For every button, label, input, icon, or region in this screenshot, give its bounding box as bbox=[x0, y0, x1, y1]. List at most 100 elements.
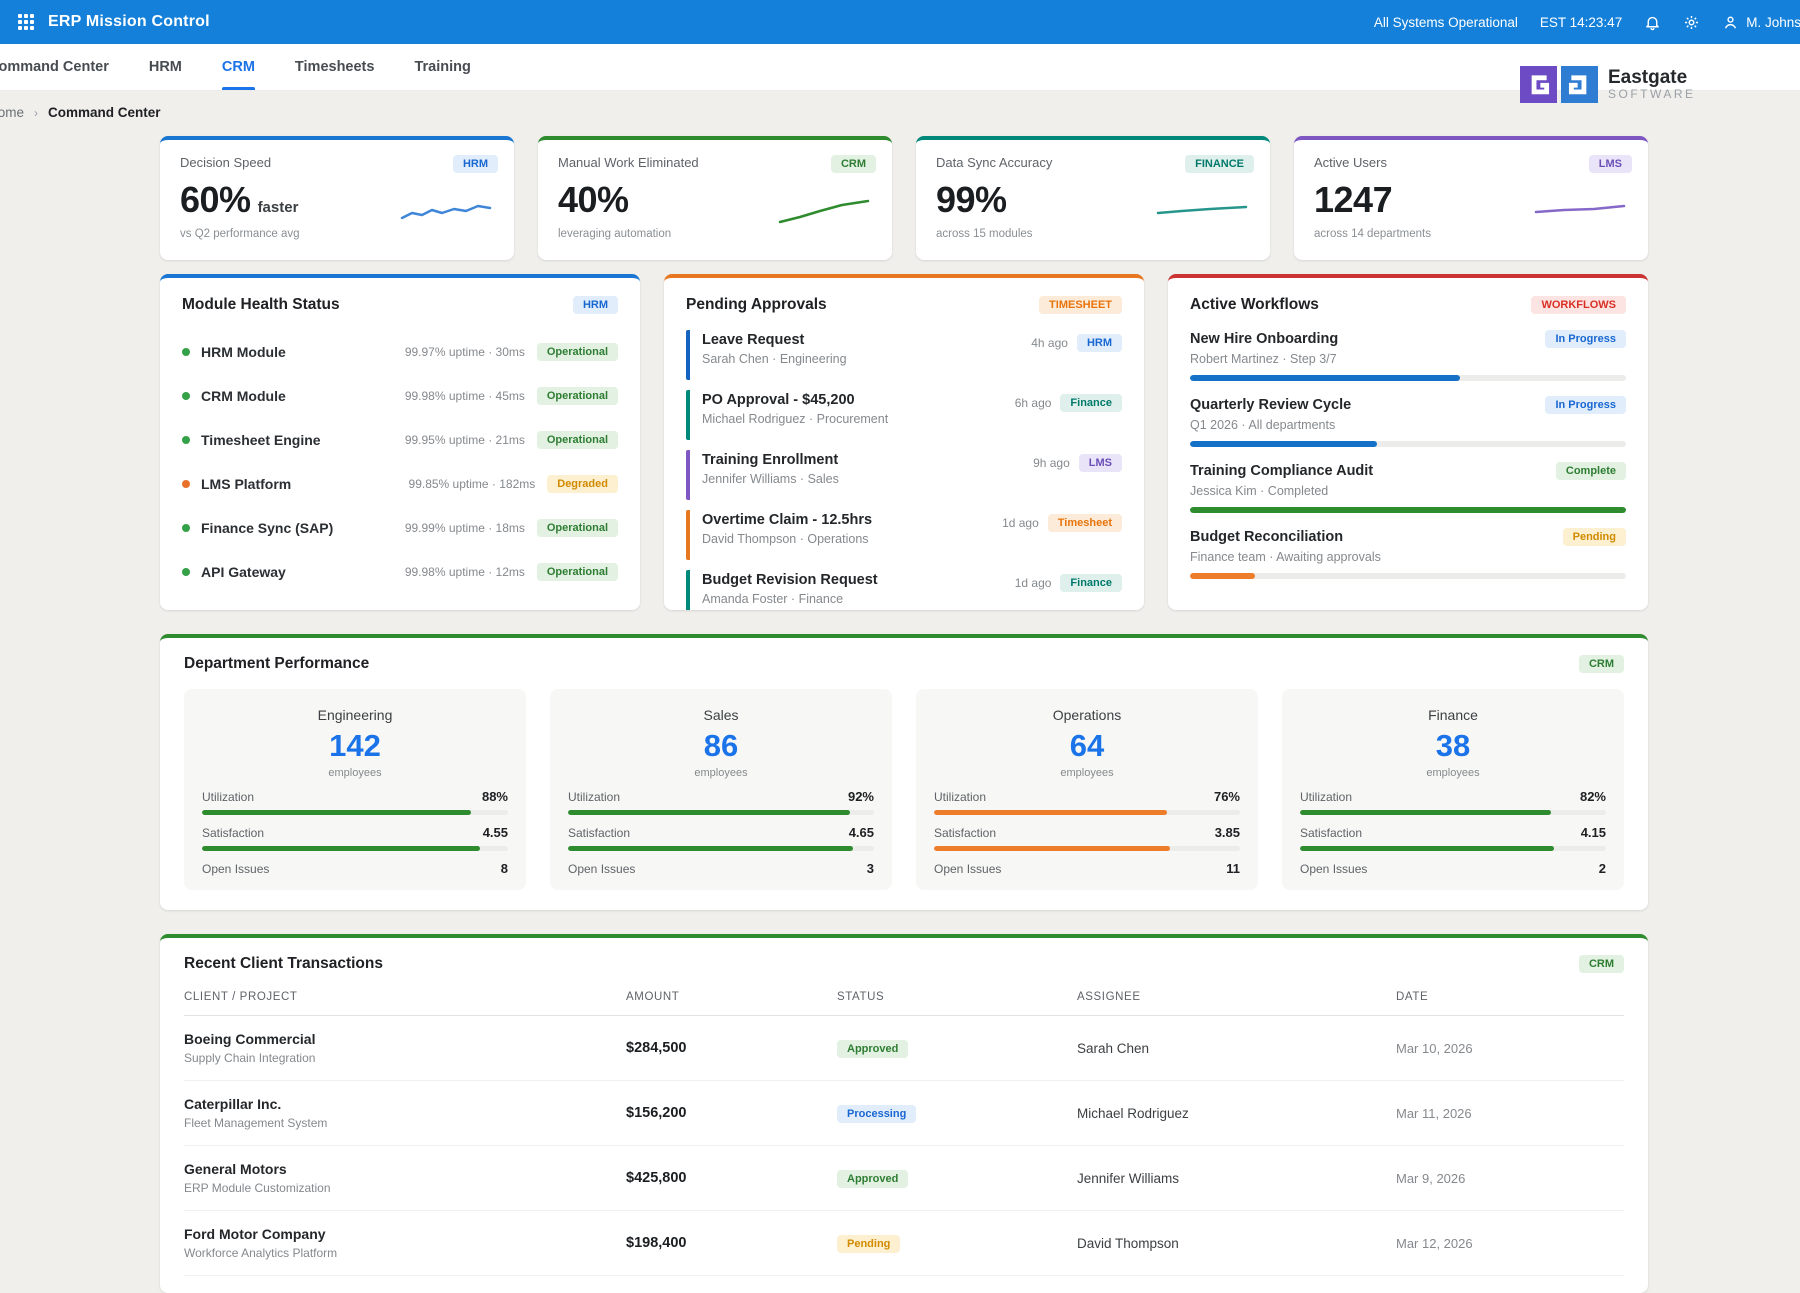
col-status: STATUS bbox=[837, 991, 1077, 1003]
kpi-label: Decision Speed bbox=[180, 155, 494, 170]
workflow-title: Quarterly Review Cycle bbox=[1190, 397, 1351, 413]
workflow-subtitle: Q1 2026 · All departments bbox=[1190, 418, 1626, 432]
table-row[interactable]: Caterpillar Inc.Fleet Management System … bbox=[184, 1081, 1624, 1146]
section-badge: TIMESHEET bbox=[1039, 296, 1122, 314]
user-icon bbox=[1722, 14, 1739, 31]
user-menu[interactable]: M. Johnson bbox=[1722, 14, 1800, 31]
metric-label: Open Issues bbox=[202, 862, 269, 876]
approval-item[interactable]: Leave Request Sarah Chen · Engineering 4… bbox=[686, 330, 1122, 380]
kpi-manual-work: Manual Work Eliminated CRM 40% leveragin… bbox=[538, 136, 892, 260]
kpi-suffix: faster bbox=[258, 199, 299, 216]
table-row[interactable]: Boeing CommercialSupply Chain Integratio… bbox=[184, 1016, 1624, 1081]
kpi-label: Active Users bbox=[1314, 155, 1628, 170]
module-name: Timesheet Engine bbox=[201, 432, 405, 448]
approval-item[interactable]: Training Enrollment Jennifer Williams · … bbox=[686, 450, 1122, 500]
metric-value: 3 bbox=[867, 861, 874, 876]
kpi-active-users: Active Users LMS 1247 across 14 departme… bbox=[1294, 136, 1648, 260]
transactions-card: Recent Client Transactions CRM CLIENT / … bbox=[160, 934, 1648, 1293]
kpi-value: 99% bbox=[936, 179, 1007, 220]
approval-item[interactable]: Overtime Claim - 12.5hrs David Thompson … bbox=[686, 510, 1122, 560]
approval-title: Training Enrollment bbox=[702, 452, 1033, 468]
metric-bar bbox=[202, 810, 508, 815]
dept-finance: Finance 38 employees Utilization82% Sati… bbox=[1282, 689, 1624, 890]
user-name: M. Johnson bbox=[1746, 15, 1800, 30]
tx-assignee: Michael Rodriguez bbox=[1077, 1106, 1396, 1121]
table-row[interactable]: Ford Motor CompanyWorkforce Analytics Pl… bbox=[184, 1211, 1624, 1276]
kpi-value: 1247 bbox=[1314, 179, 1392, 220]
workflow-item[interactable]: Budget Reconciliation Pending Finance te… bbox=[1190, 528, 1626, 579]
clock-text: EST 14:23:47 bbox=[1540, 15, 1622, 30]
metric-label: Satisfaction bbox=[934, 826, 996, 840]
metric-value: 88% bbox=[482, 789, 508, 804]
dept-name: Engineering bbox=[202, 707, 508, 723]
kpi-subtext: across 14 departments bbox=[1314, 228, 1628, 240]
dept-unit: employees bbox=[568, 767, 874, 779]
workflow-status-badge: In Progress bbox=[1545, 396, 1626, 414]
workflow-item[interactable]: Quarterly Review Cycle In Progress Q1 20… bbox=[1190, 396, 1626, 447]
module-name: Finance Sync (SAP) bbox=[201, 520, 405, 536]
module-row: LMS Platform 99.85% uptime · 182ms Degra… bbox=[182, 462, 618, 506]
kpi-module-badge: FINANCE bbox=[1185, 155, 1254, 173]
tab-hrm[interactable]: HRM bbox=[149, 44, 182, 90]
col-assignee: ASSIGNEE bbox=[1077, 991, 1396, 1003]
table-header: CLIENT / PROJECT AMOUNT STATUS ASSIGNEE … bbox=[184, 977, 1624, 1016]
metric-label: Open Issues bbox=[934, 862, 1001, 876]
tx-amount: $198,400 bbox=[626, 1235, 837, 1251]
status-dot-icon bbox=[182, 568, 190, 576]
kpi-module-badge: LMS bbox=[1589, 155, 1632, 173]
col-date: DATE bbox=[1396, 991, 1624, 1003]
workflow-item[interactable]: Training Compliance Audit Complete Jessi… bbox=[1190, 462, 1626, 513]
tx-date: Mar 11, 2026 bbox=[1396, 1106, 1624, 1121]
dept-unit: employees bbox=[1300, 767, 1606, 779]
module-uptime: 99.95% uptime · 21ms bbox=[405, 433, 525, 447]
tx-assignee: Sarah Chen bbox=[1077, 1041, 1396, 1056]
module-uptime: 99.85% uptime · 182ms bbox=[409, 477, 536, 491]
metric-label: Open Issues bbox=[1300, 862, 1367, 876]
kpi-module-badge: CRM bbox=[831, 155, 876, 173]
tx-status-badge: Pending bbox=[837, 1235, 900, 1253]
metric-value: 2 bbox=[1599, 861, 1606, 876]
metric-value: 4.55 bbox=[483, 825, 508, 840]
breadcrumb-home[interactable]: Home bbox=[0, 105, 24, 120]
approval-item[interactable]: PO Approval - $45,200 Michael Rodriguez … bbox=[686, 390, 1122, 440]
col-amount: AMOUNT bbox=[626, 991, 837, 1003]
approval-item[interactable]: Budget Revision Request Amanda Foster · … bbox=[686, 570, 1122, 610]
tab-training[interactable]: Training bbox=[414, 44, 470, 90]
module-row: API Gateway 99.98% uptime · 12ms Operati… bbox=[182, 550, 618, 594]
workflow-title: New Hire Onboarding bbox=[1190, 331, 1338, 347]
approval-subtitle: Michael Rodriguez · Procurement bbox=[702, 412, 1015, 426]
workflow-status-badge: In Progress bbox=[1545, 330, 1626, 348]
workflow-subtitle: Jessica Kim · Completed bbox=[1190, 484, 1626, 498]
status-badge: Operational bbox=[537, 343, 618, 361]
dept-count: 64 bbox=[934, 728, 1240, 764]
module-uptime: 99.99% uptime · 18ms bbox=[405, 521, 525, 535]
col-client-project: CLIENT / PROJECT bbox=[184, 991, 626, 1003]
table-row[interactable]: General MotorsERP Module Customization $… bbox=[184, 1146, 1624, 1211]
settings-gear-icon[interactable] bbox=[1683, 14, 1700, 31]
tx-status-badge: Processing bbox=[837, 1105, 916, 1123]
kpi-module-badge: HRM bbox=[453, 155, 498, 173]
metric-value: 3.85 bbox=[1215, 825, 1240, 840]
section-title: Active Workflows bbox=[1190, 296, 1319, 314]
approval-tag-badge: LMS bbox=[1079, 454, 1122, 472]
tx-date: Mar 12, 2026 bbox=[1396, 1236, 1624, 1251]
tab-command-center[interactable]: Command Center bbox=[0, 44, 109, 90]
app-launcher-icon[interactable] bbox=[18, 14, 34, 30]
metric-bar bbox=[934, 846, 1240, 851]
sparkline-icon bbox=[1532, 196, 1628, 226]
tab-timesheets[interactable]: Timesheets bbox=[295, 44, 375, 90]
tab-crm[interactable]: CRM bbox=[222, 44, 255, 90]
section-title: Department Performance bbox=[184, 655, 369, 673]
notifications-bell-icon[interactable] bbox=[1644, 14, 1661, 31]
workflow-item[interactable]: New Hire Onboarding In Progress Robert M… bbox=[1190, 330, 1626, 381]
tx-project: Fleet Management System bbox=[184, 1116, 626, 1130]
section-badge: CRM bbox=[1579, 955, 1624, 973]
approval-title: Budget Revision Request bbox=[702, 572, 1015, 588]
metric-value: 4.65 bbox=[849, 825, 874, 840]
status-badge: Degraded bbox=[547, 475, 618, 493]
section-badge: CRM bbox=[1579, 655, 1624, 673]
dept-count: 38 bbox=[1300, 728, 1606, 764]
status-dot-icon bbox=[182, 392, 190, 400]
module-name: CRM Module bbox=[201, 388, 405, 404]
top-app-bar: ERP Mission Control All Systems Operatio… bbox=[0, 0, 1800, 44]
